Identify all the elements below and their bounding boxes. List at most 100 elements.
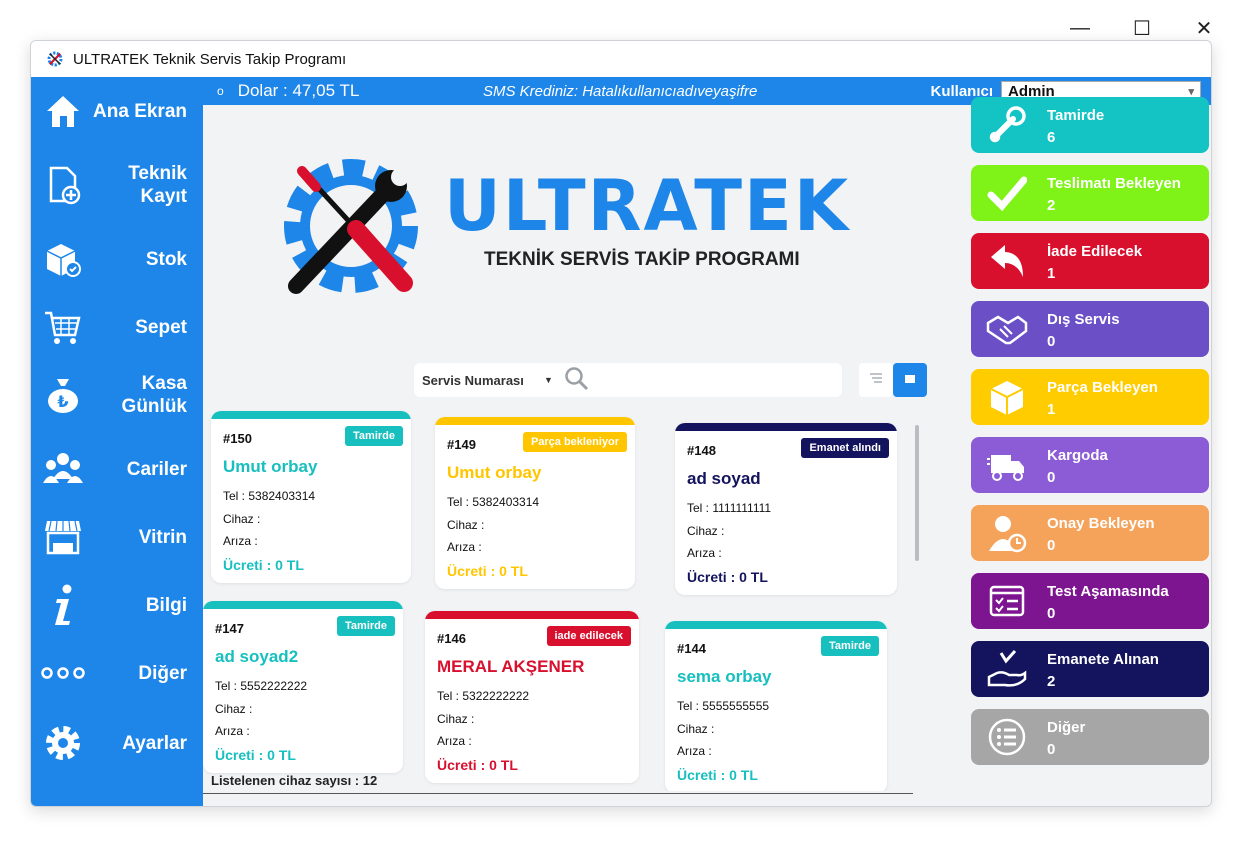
sidebar-item-kasa-gunluk[interactable]: ₺ Kasa Günlük: [31, 357, 203, 433]
more-icon: [41, 651, 85, 695]
status-kargoda[interactable]: Kargoda 0: [971, 437, 1209, 493]
customer-name: sema orbay: [677, 667, 772, 686]
card-number: #148: [687, 443, 716, 458]
status-diger[interactable]: Diğer 0: [971, 709, 1209, 765]
cards-scrollbar[interactable]: [915, 425, 919, 561]
info-icon: [41, 583, 85, 627]
status-badge: Tamirde: [337, 616, 395, 636]
sidebar-item-bilgi[interactable]: Bilgi: [31, 573, 203, 637]
sidebar-item-diger[interactable]: Diğer: [31, 641, 203, 705]
sidebar-item-cariler[interactable]: Cariler: [31, 437, 203, 501]
fault-label: Arıza :: [687, 546, 722, 560]
checkmark-icon: [985, 173, 1029, 213]
hand-check-icon: [985, 649, 1029, 689]
device-label: Cihaz :: [215, 702, 253, 716]
fault-label: Arıza :: [447, 540, 482, 554]
logo-subtitle: TEKNİK SERVİS TAKİP PROGRAMI: [484, 249, 800, 270]
box-icon: [41, 237, 85, 281]
logo-gear-tools-icon: [284, 159, 418, 294]
sidebar-item-ana-ekran[interactable]: Ana Ekran: [31, 79, 203, 143]
customer-phone: Tel : 5555555555: [677, 699, 770, 713]
sidebar-item-stok[interactable]: Stok: [31, 227, 203, 291]
people-icon: [41, 447, 85, 491]
sidebar-item-vitrin[interactable]: Vitrin: [31, 505, 203, 569]
package-icon: [985, 377, 1029, 417]
fault-label: Arıza :: [215, 724, 250, 738]
chevron-down-icon: ▾: [1188, 85, 1194, 98]
list-view-button[interactable]: [859, 363, 893, 397]
list-view-icon: [869, 371, 883, 389]
customer-name: MERAL AKŞENER: [437, 657, 585, 676]
user-clock-icon: [985, 513, 1029, 553]
home-icon: [41, 89, 85, 133]
close-button[interactable]: ✕: [1173, 14, 1235, 42]
status-dis-servis[interactable]: Dış Servis 0: [971, 301, 1209, 357]
list-icon: [985, 717, 1029, 757]
status-iade-edilecek[interactable]: İade Edilecek 1: [971, 233, 1209, 289]
service-card[interactable]: #147 Tamirde ad soyad2 Tel : 5552222222 …: [203, 601, 403, 773]
card-status-strip: [675, 423, 897, 431]
customer-name: ad soyad2: [215, 647, 299, 666]
service-cards-grid: #150 Tamirde Umut orbay Tel : 5382403314…: [203, 409, 929, 791]
cart-icon: [41, 305, 85, 349]
sidebar-item-sepet[interactable]: Sepet: [31, 295, 203, 359]
status-badge: Tamirde: [345, 426, 403, 446]
grid-view-button[interactable]: [893, 363, 927, 397]
status-teslimati-bekleyen[interactable]: Teslimatı Bekleyen 2: [971, 165, 1209, 221]
customer-name: Umut orbay: [447, 463, 542, 482]
money-bag-icon: ₺: [41, 373, 85, 417]
fee-label: Ücreti : 0 TL: [437, 757, 518, 773]
card-number: #144: [677, 641, 706, 656]
app-gear-icon: [45, 49, 65, 69]
device-label: Cihaz :: [447, 518, 485, 532]
sidebar-item-ayarlar[interactable]: Ayarlar: [31, 711, 203, 775]
customer-name: ad soyad: [687, 469, 761, 488]
status-badge: iade edilecek: [546, 626, 631, 646]
service-card[interactable]: #144 Tamirde sema orbay Tel : 5555555555…: [665, 621, 887, 791]
store-icon: [41, 515, 85, 559]
fee-label: Ücreti : 0 TL: [223, 557, 304, 573]
device-label: Cihaz :: [677, 722, 715, 736]
status-parca-bekleyen[interactable]: Parça Bekleyen 1: [971, 369, 1209, 425]
service-card[interactable]: #149 Parça bekleniyor Umut orbay Tel : 5…: [435, 417, 635, 589]
service-card[interactable]: #150 Tamirde Umut orbay Tel : 5382403314…: [211, 411, 411, 583]
search-icon[interactable]: [563, 365, 589, 396]
device-count: Listelenen cihaz sayısı : 12: [211, 773, 378, 788]
dollar-rate: Dolar : 47,05 TL: [237, 81, 360, 100]
ultratek-logo: ULTRATEK TEKNİK SERVİS TAKİP PROGRAMI: [276, 151, 876, 301]
card-status-strip: [435, 417, 635, 425]
status-onay-bekleyen[interactable]: Onay Bekleyen 0: [971, 505, 1209, 561]
grid-view-icon: [904, 371, 916, 389]
fee-label: Ücreti : 0 TL: [677, 767, 758, 783]
sidebar-item-teknik-kayit[interactable]: Teknik Kayıt: [31, 147, 203, 223]
sms-credit: SMS Krediniz: Hatalıkullanıcıadıveyaşifr…: [483, 82, 758, 100]
card-status-strip: [211, 411, 411, 419]
fault-label: Arıza :: [677, 744, 712, 758]
minimize-button[interactable]: —: [1049, 14, 1111, 42]
customer-phone: Tel : 1111111111: [687, 501, 772, 515]
status-badge: Tamirde: [821, 636, 879, 656]
maximize-button[interactable]: ☐: [1111, 14, 1173, 42]
status-emanete-alinan[interactable]: Emanete Alınan 2: [971, 641, 1209, 697]
sidebar: Ana Ekran Teknik Kayıt Stok Sepet ₺ Kasa…: [31, 77, 203, 806]
fault-label: Arıza :: [437, 734, 472, 748]
truck-icon: [985, 445, 1029, 485]
customer-phone: Tel : 5552222222: [215, 679, 308, 693]
status-badge: Emanet alındı: [801, 438, 889, 458]
search-field-select[interactable]: Servis Numarası: [422, 373, 542, 388]
device-label: Cihaz :: [437, 712, 475, 726]
divider: [203, 793, 913, 794]
status-test-asamasinda[interactable]: Test Aşamasında 0: [971, 573, 1209, 629]
svg-text:₺: ₺: [57, 392, 68, 411]
status-tamirde[interactable]: Tamirde 6: [971, 97, 1209, 153]
card-status-strip: [425, 611, 639, 619]
card-status-strip: [665, 621, 887, 629]
fee-label: Ücreti : 0 TL: [215, 747, 296, 763]
window-title: ULTRATEK Teknik Servis Takip Programı: [73, 50, 347, 68]
title-bar: ULTRATEK Teknik Servis Takip Programı: [31, 41, 1211, 77]
service-card[interactable]: #148 Emanet alındı ad soyad Tel : 111111…: [675, 423, 897, 595]
search-bar: Servis Numarası ▼: [414, 363, 842, 397]
card-number: #150: [223, 431, 252, 446]
service-card[interactable]: #146 iade edilecek MERAL AKŞENER Tel : 5…: [425, 611, 639, 783]
caret-down-icon[interactable]: ▼: [544, 375, 553, 385]
